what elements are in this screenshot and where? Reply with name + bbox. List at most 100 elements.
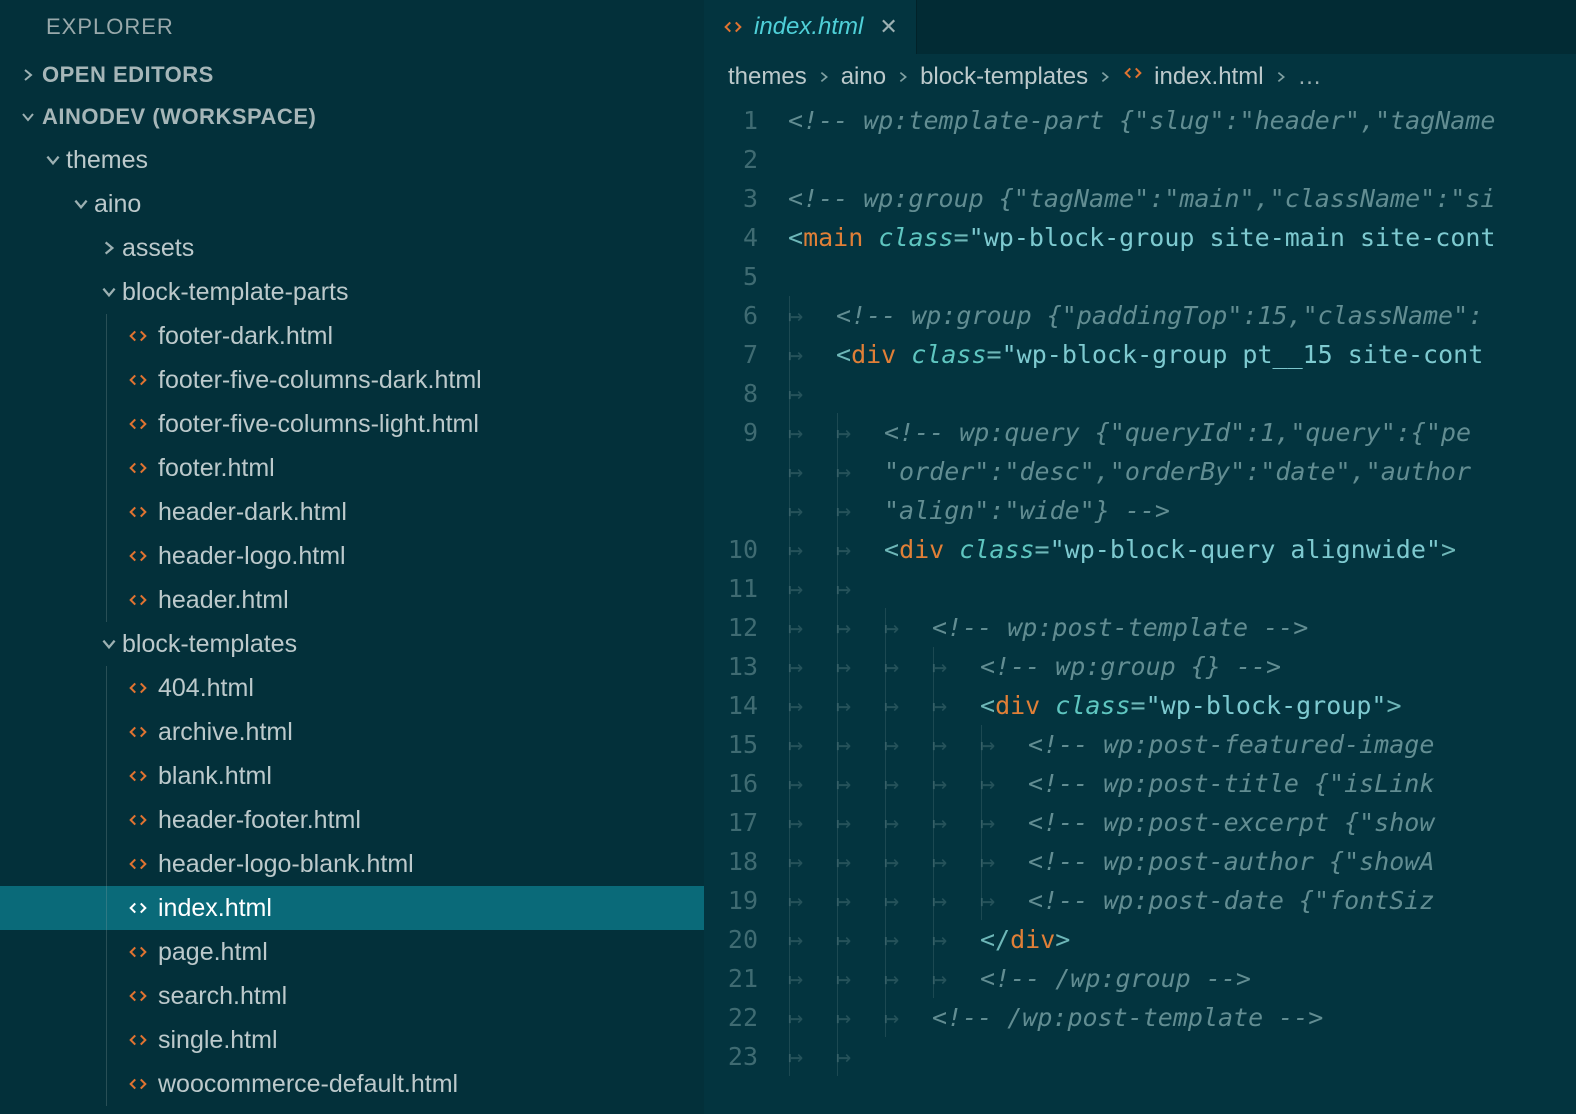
file-row[interactable]: header-logo-blank.html xyxy=(0,842,704,886)
file-row[interactable]: search.html xyxy=(0,974,704,1018)
code-line: <main class="wp-block-group site-main si… xyxy=(788,218,1576,257)
breadcrumb-segment[interactable]: themes xyxy=(728,63,807,91)
code-line: ↦↦↦<!-- /wp:post-template --> xyxy=(788,998,1576,1037)
tree-item-label: archive.html xyxy=(158,718,293,747)
line-number: 19 xyxy=(704,881,758,920)
breadcrumb-ellipsis[interactable]: … xyxy=(1298,63,1322,91)
code-line: ↦↦<!-- wp:query {"queryId":1,"query":{"p… xyxy=(788,413,1576,452)
html-file-icon xyxy=(124,985,152,1007)
code-line: ↦↦↦↦</div> xyxy=(788,920,1576,959)
file-row[interactable]: page.html xyxy=(0,930,704,974)
tree-item-label: themes xyxy=(66,146,148,175)
file-row[interactable]: 404.html xyxy=(0,666,704,710)
file-row[interactable]: blank.html xyxy=(0,754,704,798)
tree-item-label: search.html xyxy=(158,982,287,1011)
tree-item-label: header-footer.html xyxy=(158,806,361,835)
code-line: ↦↦↦↦↦<!-- wp:post-excerpt {"show xyxy=(788,803,1576,842)
file-row[interactable]: single.html xyxy=(0,1018,704,1062)
file-row[interactable]: footer-five-columns-dark.html xyxy=(0,358,704,402)
folder-row[interactable]: block-template-parts xyxy=(0,270,704,314)
html-file-icon xyxy=(124,941,152,963)
code-line: ↦↦ xyxy=(788,569,1576,608)
workspace-section[interactable]: AINODEV (WORKSPACE) xyxy=(0,96,704,138)
file-row[interactable]: header-dark.html xyxy=(0,490,704,534)
breadcrumbs[interactable]: themes aino block-templates index.html … xyxy=(704,54,1576,101)
file-row[interactable]: footer-five-columns-light.html xyxy=(0,402,704,446)
file-row[interactable]: header-footer.html xyxy=(0,798,704,842)
folder-row[interactable]: block-templates xyxy=(0,622,704,666)
line-number xyxy=(704,452,758,491)
chevron-down-icon xyxy=(96,635,122,653)
chevron-down-icon xyxy=(18,109,38,125)
folder-row[interactable]: aino xyxy=(0,182,704,226)
tab-bar: index.html ✕ xyxy=(704,0,1576,54)
file-row[interactable]: header-logo.html xyxy=(0,534,704,578)
chevron-right-icon xyxy=(18,67,38,83)
line-number: 8 xyxy=(704,374,758,413)
breadcrumb-segment[interactable]: index.html xyxy=(1154,63,1263,91)
code-line: ↦↦<div class="wp-block-query alignwide"> xyxy=(788,530,1576,569)
breadcrumb-segment[interactable]: aino xyxy=(841,63,886,91)
file-row[interactable]: footer-dark.html xyxy=(0,314,704,358)
code-line: ↦↦ xyxy=(788,1037,1576,1076)
line-number: 9 xyxy=(704,413,758,452)
code-line: ↦↦↦↦<!-- /wp:group --> xyxy=(788,959,1576,998)
html-file-icon xyxy=(124,545,152,567)
line-number: 13 xyxy=(704,647,758,686)
open-editors-section[interactable]: OPEN EDITORS xyxy=(0,54,704,96)
html-file-icon xyxy=(124,369,152,391)
chevron-down-icon xyxy=(96,283,122,301)
code-line: <!-- wp:group {"tagName":"main","classNa… xyxy=(788,179,1576,218)
chevron-right-icon xyxy=(1274,63,1288,91)
folder-row[interactable]: themes xyxy=(0,138,704,182)
code-line: ↦ xyxy=(788,374,1576,413)
close-icon[interactable]: ✕ xyxy=(879,14,897,40)
folder-row[interactable]: assets xyxy=(0,226,704,270)
tree-item-label: block-templates xyxy=(122,630,297,659)
file-row[interactable]: index.html xyxy=(0,886,704,930)
file-row[interactable]: woocommerce-default.html xyxy=(0,1062,704,1106)
html-file-icon xyxy=(124,413,152,435)
file-row[interactable]: footer.html xyxy=(0,446,704,490)
chevron-down-icon xyxy=(68,195,94,213)
line-number: 6 xyxy=(704,296,758,335)
code-line xyxy=(788,140,1576,179)
html-file-icon xyxy=(124,897,152,919)
code-line: ↦<div class="wp-block-group pt__15 site-… xyxy=(788,335,1576,374)
tree-item-label: index.html xyxy=(158,894,272,923)
html-file-icon xyxy=(124,677,152,699)
breadcrumb-segment[interactable]: block-templates xyxy=(920,63,1088,91)
chevron-right-icon xyxy=(96,239,122,257)
html-file-icon xyxy=(124,765,152,787)
editor-pane: index.html ✕ themesainoblock-templatesin… xyxy=(704,0,1576,1114)
tree-item-label: single.html xyxy=(158,1026,278,1055)
code-line: ↦↦↦↦<!-- wp:group {} --> xyxy=(788,647,1576,686)
code-line xyxy=(788,257,1576,296)
line-number-gutter: 1234567891011121314151617181920212223 xyxy=(704,101,788,1114)
chevron-down-icon xyxy=(40,151,66,169)
code-line: ↦↦↦↦↦<!-- wp:post-featured-image xyxy=(788,725,1576,764)
line-number: 11 xyxy=(704,569,758,608)
file-row[interactable]: header.html xyxy=(0,578,704,622)
line-number: 18 xyxy=(704,842,758,881)
line-number: 12 xyxy=(704,608,758,647)
chevron-right-icon xyxy=(896,63,910,91)
line-number: 17 xyxy=(704,803,758,842)
tree-item-label: footer.html xyxy=(158,454,275,483)
line-number: 10 xyxy=(704,530,758,569)
file-row[interactable]: archive.html xyxy=(0,710,704,754)
html-file-icon xyxy=(124,1073,152,1095)
explorer-sidebar: EXPLORER OPEN EDITORS AINODEV (WORKSPACE… xyxy=(0,0,704,1114)
tree-item-label: 404.html xyxy=(158,674,254,703)
html-file-icon xyxy=(722,16,744,38)
chevron-right-icon xyxy=(1098,63,1112,91)
tree-item-label: header.html xyxy=(158,586,289,615)
code-content[interactable]: <!-- wp:template-part {"slug":"header","… xyxy=(788,101,1576,1114)
code-line: ↦↦↦↦↦<!-- wp:post-date {"fontSiz xyxy=(788,881,1576,920)
code-line: ↦↦↦↦↦<!-- wp:post-author {"showA xyxy=(788,842,1576,881)
line-number: 15 xyxy=(704,725,758,764)
code-line: ↦↦"order":"desc","orderBy":"date","autho… xyxy=(788,452,1576,491)
tree-item-label: woocommerce-default.html xyxy=(158,1070,458,1099)
tree-item-label: block-template-parts xyxy=(122,278,348,307)
tab-index-html[interactable]: index.html ✕ xyxy=(704,0,917,54)
